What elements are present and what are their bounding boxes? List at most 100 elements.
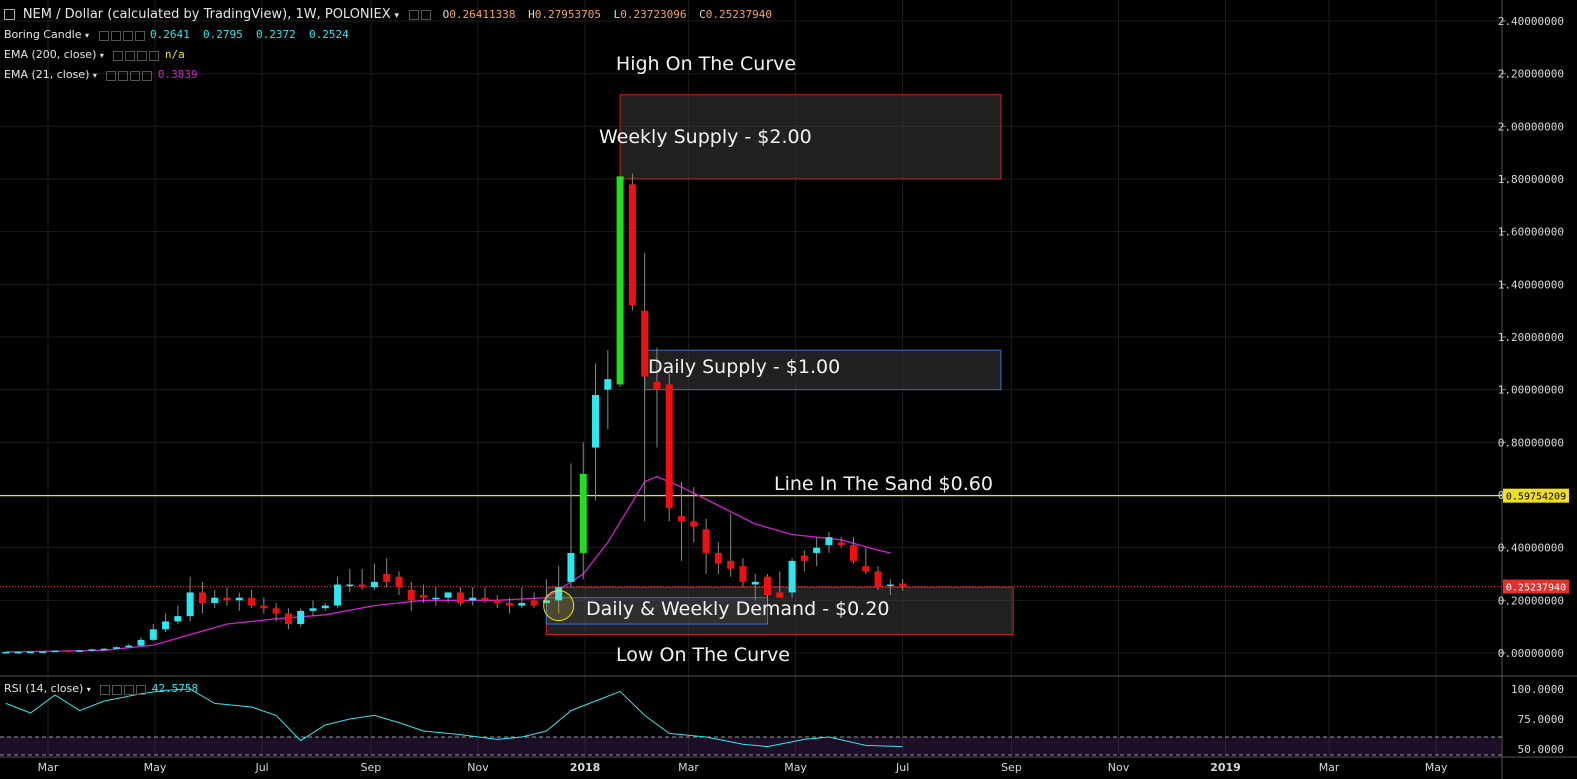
eye-icon[interactable] (408, 10, 419, 20)
close-icon[interactable] (142, 70, 153, 81)
chart-canvas[interactable]: 2.40000000 2.20000000 2.00000000 1.80000000… (0, 0, 1577, 779)
candle-body (604, 379, 612, 390)
candle (370, 563, 378, 590)
candle (444, 592, 452, 603)
settings-icon[interactable] (420, 10, 431, 20)
dropdown-icon[interactable]: ▾ (87, 685, 91, 694)
candle (469, 587, 477, 606)
candle-body (358, 584, 366, 588)
indicator-boring-candle[interactable]: Boring Candle ▾ 0.2641 0.2795 0.2372 0.2… (4, 28, 349, 42)
add-icon[interactable] (130, 70, 141, 81)
indicator-value: 0.2524 (309, 28, 349, 41)
price-badge-text: 0.25237940 (1506, 583, 1566, 594)
candle (346, 568, 354, 593)
candle-body (714, 552, 722, 564)
indicator-controls (98, 29, 147, 42)
candle (813, 537, 821, 567)
candle (149, 624, 157, 642)
candle (334, 576, 342, 609)
annotation-high-text: High On The Curve (616, 53, 796, 75)
dropdown-icon[interactable]: ▾ (85, 31, 89, 40)
time-tick-label: May (1425, 761, 1448, 774)
ohlc-close: 0.25237940 (705, 8, 772, 21)
level-label: Line In The Sand $0.60 (774, 473, 993, 495)
indicator-name[interactable]: Boring Candle (4, 28, 82, 41)
candle-body (850, 545, 857, 561)
price-tick-label: 2.20000000 (1498, 68, 1564, 81)
candle-body (886, 584, 894, 587)
indicator-controls (106, 69, 154, 82)
candle (850, 537, 857, 564)
indicator-ema-21[interactable]: EMA (21, close) ▾ 0.3839 (4, 68, 198, 82)
level-badge-text: 0.59754209 (1506, 492, 1566, 503)
candle-body (39, 651, 47, 653)
candle (186, 576, 194, 622)
candle-body (112, 647, 120, 649)
close-icon[interactable] (149, 50, 160, 61)
candle (714, 542, 722, 574)
add-icon[interactable] (137, 50, 148, 61)
time-tick-label: Jul (254, 761, 268, 774)
candle-body (334, 584, 342, 606)
close-icon[interactable] (136, 684, 147, 695)
candle-body (862, 566, 870, 572)
eye-icon[interactable] (106, 70, 117, 81)
candle (162, 613, 170, 632)
rsi-header[interactable]: RSI (14, close) ▾ 42.5758 (4, 682, 198, 696)
dropdown-icon[interactable]: ▾ (100, 51, 104, 60)
candle (678, 481, 686, 561)
settings-icon[interactable] (125, 50, 136, 61)
candle (702, 518, 710, 574)
candle (604, 350, 612, 430)
candle-body (751, 581, 759, 585)
indicator-name[interactable]: EMA (21, close) (4, 68, 89, 81)
price-tick-label: 1.60000000 (1498, 226, 1564, 239)
candle (358, 568, 366, 590)
candle (530, 592, 538, 609)
settings-icon[interactable] (110, 30, 121, 41)
candle-body (444, 592, 452, 598)
settings-icon[interactable] (112, 684, 123, 695)
indicator-ema-200[interactable]: EMA (200, close) ▾ n/a (4, 48, 185, 62)
rsi-controls (100, 683, 148, 696)
candle-body (272, 608, 280, 614)
candle-body (825, 537, 833, 546)
candle-body (616, 176, 624, 385)
ohlc-close-label: C (699, 8, 706, 21)
time-tick-label: May (784, 761, 807, 774)
ohlc-low: 0.23723096 (620, 8, 687, 21)
dropdown-icon[interactable]: ▾ (93, 71, 97, 80)
ohlc-open: 0.26411338 (449, 8, 516, 21)
settings-icon[interactable] (118, 70, 129, 81)
symbol-dropdown-icon[interactable]: ▾ (394, 11, 399, 21)
rsi-name[interactable]: RSI (14, close) (4, 682, 83, 695)
price-tick-label: 0.20000000 (1498, 594, 1564, 607)
candle-body (2, 651, 10, 654)
candle-body (370, 581, 378, 588)
candle (395, 571, 403, 596)
close-icon[interactable] (134, 30, 145, 41)
symbol-controls (408, 8, 433, 22)
symbol-title[interactable]: NEM / Dollar (calculated by TradingView)… (23, 7, 391, 22)
add-icon[interactable] (124, 684, 135, 695)
eye-icon[interactable] (98, 30, 109, 41)
candle-body (88, 649, 96, 651)
candle (665, 373, 673, 522)
candle (432, 587, 440, 606)
zone-label-weekly-supply: Weekly Supply - $2.00 (599, 126, 812, 148)
candle-body (690, 521, 698, 527)
indicator-value: 0.2372 (256, 28, 296, 41)
candle-body (665, 384, 673, 509)
price-tick-label: 1.80000000 (1498, 173, 1564, 186)
eye-icon[interactable] (113, 50, 124, 61)
candle-body (260, 605, 268, 609)
indicator-name[interactable]: EMA (200, close) (4, 48, 96, 61)
candle (825, 531, 833, 553)
candle (321, 602, 329, 611)
source-icon[interactable] (122, 30, 133, 41)
candle-body (469, 597, 477, 601)
time-tick-label: Jul (895, 761, 909, 774)
collapse-icon[interactable] (4, 9, 15, 20)
time-tick-label: Mar (38, 761, 59, 774)
eye-icon[interactable] (100, 684, 111, 695)
